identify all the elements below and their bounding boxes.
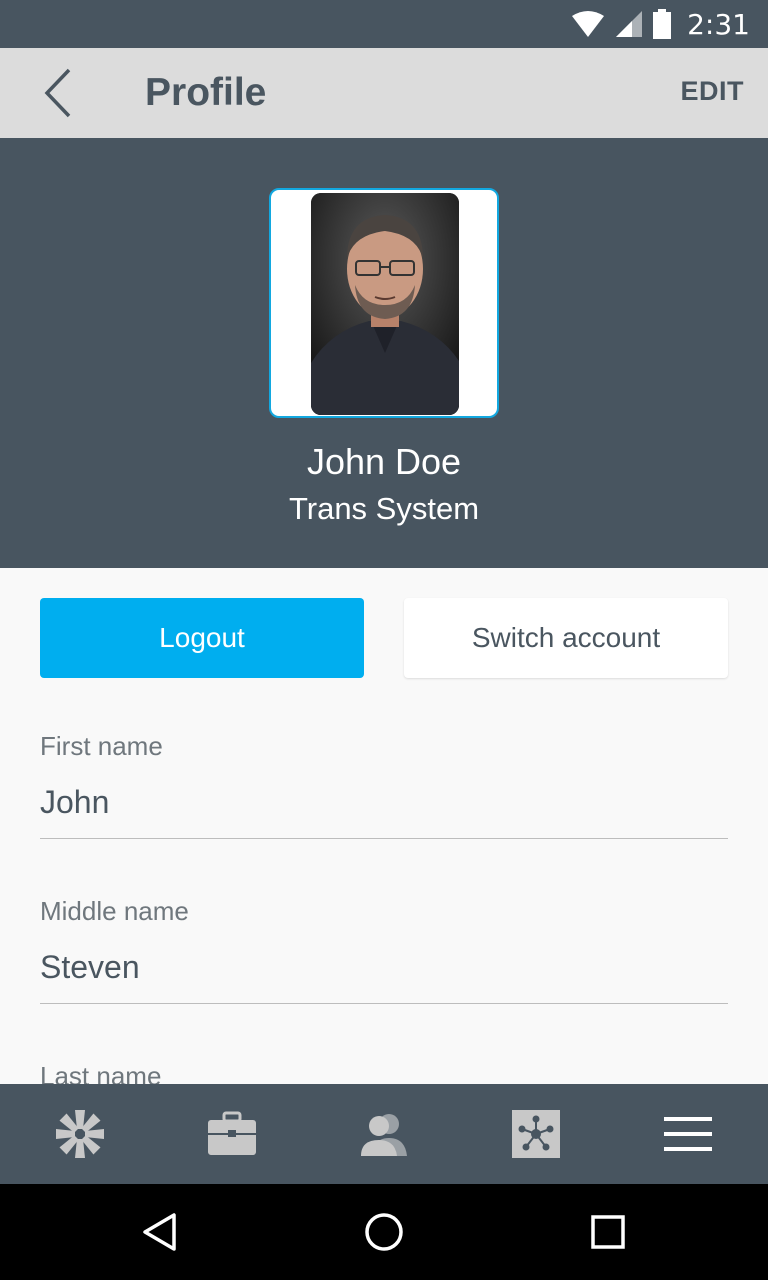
wifi-icon: [572, 11, 605, 37]
profile-header: John Doe Trans System: [0, 138, 768, 568]
back-arrow-icon: [44, 68, 71, 118]
profile-name: John Doe: [306, 441, 462, 482]
contacts-icon: [361, 1114, 407, 1156]
middle-name-value: Steven: [40, 949, 140, 985]
system-nav-bar: [0, 1184, 768, 1280]
first-name-field[interactable]: First name John: [40, 730, 728, 822]
avatar: [311, 193, 459, 415]
nav-item-menu[interactable]: [662, 1108, 714, 1160]
switch-account-button[interactable]: Switch account: [404, 598, 728, 678]
back-button[interactable]: [28, 62, 88, 124]
system-home-button[interactable]: [360, 1208, 408, 1256]
briefcase-icon: [208, 1111, 256, 1155]
nav-item-home[interactable]: [54, 1108, 106, 1160]
nav-item-work[interactable]: [206, 1108, 258, 1160]
recents-icon: [591, 1215, 625, 1249]
middle-name-divider: [40, 1003, 728, 1004]
nav-item-network[interactable]: [510, 1108, 562, 1160]
battery-icon: [653, 9, 672, 39]
middle-name-label: Middle name: [40, 896, 189, 926]
avatar-frame[interactable]: [269, 188, 499, 418]
status-icons: 2:31: [571, 7, 750, 41]
edit-button[interactable]: EDIT: [680, 76, 744, 107]
back-icon: [143, 1213, 176, 1251]
logout-button[interactable]: Logout: [40, 598, 364, 678]
profile-organization: Trans System: [288, 491, 480, 526]
menu-icon: [664, 1117, 712, 1151]
middle-name-field[interactable]: Middle name Steven: [40, 895, 728, 987]
page-title: Profile: [145, 71, 267, 114]
first-name-value: John: [40, 784, 110, 820]
app-bar: Profile EDIT: [0, 48, 768, 138]
system-recents-button[interactable]: [584, 1208, 632, 1256]
status-bar: 2:31: [0, 0, 768, 48]
first-name-divider: [40, 838, 728, 839]
status-time: 2:31: [687, 7, 750, 41]
bottom-nav: [0, 1084, 768, 1184]
nav-item-contacts[interactable]: [358, 1108, 410, 1160]
home-icon: [365, 1213, 403, 1251]
system-back-button[interactable]: [136, 1208, 184, 1256]
profile-screen: 2:31 Profile EDIT John Doe Trans System …: [0, 0, 768, 1280]
first-name-label: First name: [40, 731, 163, 761]
network-icon: [512, 1110, 560, 1158]
pinwheel-icon: [56, 1110, 104, 1158]
cell-signal-icon: [616, 11, 643, 37]
avatar-photo: [311, 193, 459, 415]
